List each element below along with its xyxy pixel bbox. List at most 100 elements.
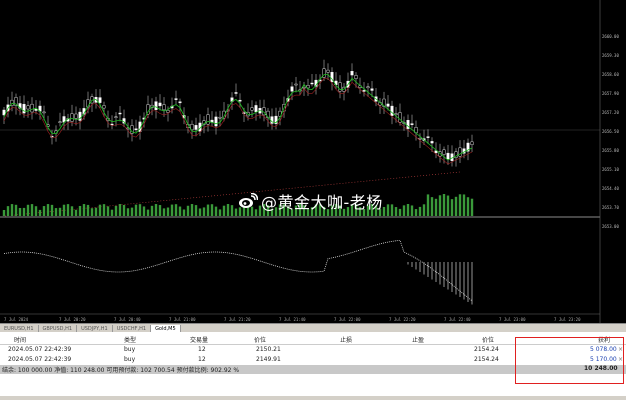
volume-bar — [154, 204, 158, 216]
candle-body — [390, 105, 394, 116]
volume-bar — [230, 205, 234, 216]
volume-bar — [146, 209, 150, 216]
volume-bar — [226, 204, 230, 216]
trade-type: buy — [124, 356, 136, 363]
volume-bar — [130, 207, 134, 216]
volume-bar — [194, 205, 198, 216]
candle-body — [418, 138, 422, 140]
trade-volume: 12 — [198, 346, 206, 353]
candle-body — [326, 69, 330, 73]
candle-body — [362, 90, 366, 92]
candle-body — [470, 141, 474, 145]
price-axis-label: 2653.00 — [602, 224, 619, 229]
candle-body — [250, 107, 254, 111]
time-axis-label: 7 Jul 20:20 — [59, 317, 86, 322]
candle-body — [166, 110, 170, 113]
volume-bar — [162, 208, 166, 216]
candle-body — [134, 128, 138, 130]
candle-body — [290, 86, 294, 92]
candle-body — [238, 99, 242, 102]
volume-bar — [38, 209, 42, 216]
volume-bar — [54, 208, 58, 216]
volume-bar — [390, 204, 394, 216]
volume-bar — [82, 204, 86, 216]
volume-bar — [218, 209, 222, 216]
volume-bar — [86, 204, 90, 216]
candle-body — [162, 104, 166, 111]
candle-body — [26, 105, 30, 110]
header-time[interactable]: 时间 — [14, 335, 26, 344]
trade-price: 2149.91 — [256, 356, 281, 363]
candle-body — [254, 105, 258, 112]
volume-bar — [234, 208, 238, 216]
volume-bar — [114, 205, 118, 216]
volume-bar — [106, 206, 110, 216]
candlestick-chart — [0, 0, 601, 323]
candle-body — [430, 141, 434, 144]
volume-bar — [34, 206, 38, 216]
price-axis-label: 2656.50 — [602, 129, 619, 134]
volume-bar — [466, 197, 470, 216]
header-price[interactable]: 价位 — [254, 335, 266, 344]
volume-bar — [138, 204, 142, 216]
volume-bar — [90, 208, 94, 216]
volume-bar — [102, 204, 106, 216]
volume-bar — [26, 204, 30, 216]
volume-bar — [214, 206, 218, 216]
candle-body — [42, 111, 46, 114]
time-axis-label: 7 Jul 21:40 — [279, 317, 306, 322]
volume-bar — [382, 206, 386, 216]
trade-current-price: 2154.24 — [474, 356, 499, 363]
candle-body — [174, 98, 178, 100]
candle-body — [458, 147, 462, 157]
trade-time: 2024.05.07 22:42:39 — [8, 346, 72, 353]
candle-body — [58, 121, 62, 123]
candle-body — [30, 103, 34, 113]
volume-bar — [198, 208, 202, 216]
header-sl[interactable]: 止损 — [340, 335, 352, 344]
account-summary-label: 结余: 100 000.00 净值: 110 248.00 可用预付款: 102… — [2, 367, 240, 374]
candle-body — [218, 116, 222, 119]
volume-bar — [58, 207, 62, 216]
volume-bar — [418, 206, 422, 216]
volume-bar — [410, 205, 414, 216]
volume-bar — [150, 205, 154, 216]
time-axis-label: 7 Jul 2024 — [4, 317, 29, 322]
time-axis-label: 7 Jul 23:00 — [499, 317, 526, 322]
header-type[interactable]: 类型 — [124, 335, 136, 344]
candle-body — [22, 103, 26, 114]
candle-body — [102, 105, 106, 109]
candle-body — [74, 113, 78, 119]
volume-bar — [134, 204, 138, 216]
volume-bar — [434, 198, 438, 216]
candle-body — [386, 103, 390, 107]
volume-bar — [110, 209, 114, 216]
header-volume[interactable]: 交易量 — [190, 335, 208, 344]
profit-highlight-box — [515, 337, 624, 384]
volume-bar — [78, 205, 82, 216]
trade-current-price: 2154.24 — [474, 346, 499, 353]
watermark: @黄金大咖-老杨 — [238, 190, 383, 212]
candle-body — [310, 82, 314, 85]
volume-bar — [186, 205, 190, 216]
candle-body — [370, 88, 374, 91]
moving-average-line — [3, 74, 473, 161]
header-price2[interactable]: 价位 — [482, 335, 494, 344]
candle-body — [410, 123, 414, 125]
candle-body — [294, 83, 298, 86]
volume-bar — [126, 208, 130, 216]
price-chart-area[interactable] — [0, 0, 626, 323]
volume-bar — [170, 204, 174, 216]
oscillator-line — [3, 239, 473, 302]
candle-body — [206, 114, 210, 125]
volume-bar — [30, 204, 34, 216]
time-axis-label: 7 Jul 22:20 — [389, 317, 416, 322]
candle-body — [70, 113, 74, 122]
header-tp[interactable]: 止盈 — [412, 335, 424, 344]
volume-bar — [406, 204, 410, 216]
volume-bar — [66, 204, 70, 216]
candle-body — [446, 152, 450, 160]
volume-bar — [46, 204, 50, 216]
volume-bar — [394, 207, 398, 216]
volume-bar — [210, 204, 214, 216]
